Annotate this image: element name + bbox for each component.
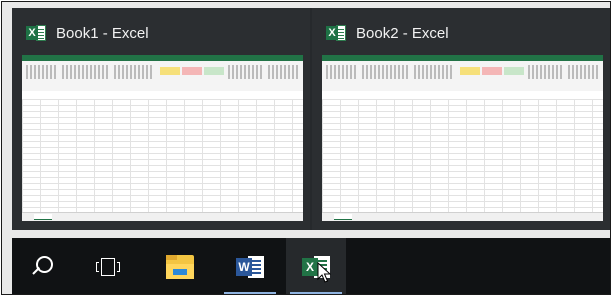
screenshot-frame: X Book1 - Excel X Book2 - Excel W X bbox=[1, 1, 611, 295]
excel-icon: X bbox=[26, 24, 46, 42]
sheet-tabs-preview bbox=[322, 212, 603, 221]
file-explorer-button[interactable] bbox=[150, 238, 210, 294]
window-thumbnail-image bbox=[322, 55, 603, 221]
window-title: Book1 - Excel bbox=[56, 24, 149, 42]
window-preview-title-bar: X Book1 - Excel bbox=[26, 22, 149, 44]
mouse-cursor-icon bbox=[317, 262, 331, 283]
window-preview-title-bar: X Book2 - Excel bbox=[326, 22, 449, 44]
window-preview-book1[interactable]: X Book1 - Excel bbox=[12, 8, 310, 230]
excel-icon: X bbox=[326, 24, 346, 42]
window-preview-book2[interactable]: X Book2 - Excel bbox=[312, 8, 610, 230]
word-icon: W bbox=[236, 255, 264, 279]
folder-icon bbox=[166, 255, 194, 279]
running-indicator bbox=[290, 292, 342, 294]
worksheet-grid-preview bbox=[22, 99, 303, 213]
search-icon bbox=[31, 256, 53, 278]
word-taskbar-button[interactable]: W bbox=[220, 238, 280, 294]
search-button[interactable] bbox=[12, 238, 72, 294]
window-title: Book2 - Excel bbox=[356, 24, 449, 42]
excel-taskbar-button[interactable]: X bbox=[286, 238, 346, 294]
task-view-icon bbox=[96, 258, 120, 276]
sheet-tabs-preview bbox=[22, 212, 303, 221]
running-indicator bbox=[224, 292, 276, 294]
task-view-button[interactable] bbox=[78, 238, 138, 294]
ribbon-preview bbox=[322, 55, 603, 92]
ribbon-preview bbox=[22, 55, 303, 92]
window-thumbnail-image bbox=[22, 55, 303, 221]
taskbar: W X bbox=[12, 238, 610, 294]
worksheet-grid-preview bbox=[322, 99, 603, 213]
taskbar-thumbnail-previews: X Book1 - Excel X Book2 - Excel bbox=[12, 8, 610, 230]
